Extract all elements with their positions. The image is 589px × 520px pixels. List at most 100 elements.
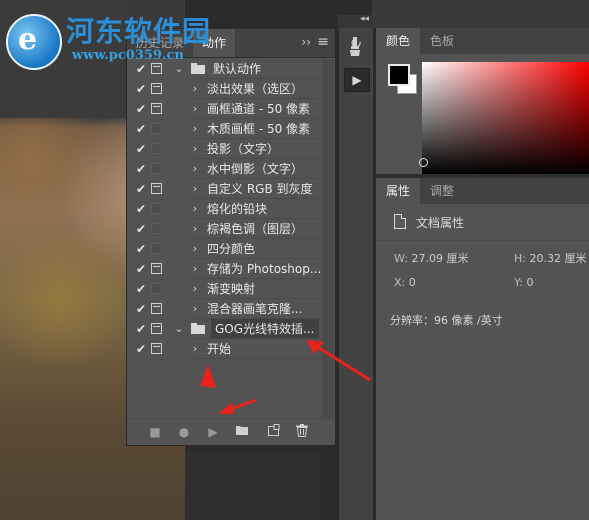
toggle-check-icon[interactable]: ✔ (133, 119, 149, 139)
chevron-right-icon[interactable]: › (189, 159, 201, 179)
history-brush-icon[interactable] (347, 36, 365, 58)
chevron-right-icon[interactable]: › (189, 179, 201, 199)
chevron-right-icon[interactable]: › (189, 219, 201, 239)
foreground-color-swatch[interactable] (388, 64, 410, 86)
chevron-right-icon[interactable]: › (189, 239, 201, 259)
chevron-right-icon[interactable]: › (189, 79, 201, 99)
y-label: Y: (514, 276, 523, 289)
action-label: 棕褐色调（图层） (207, 222, 304, 236)
dialog-toggle-icon[interactable] (151, 123, 162, 134)
dialog-toggle-icon[interactable] (151, 83, 162, 94)
document-icon (394, 214, 406, 229)
toggle-check-icon[interactable]: ✔ (133, 179, 149, 199)
red-arrow-annotation-2 (200, 364, 216, 388)
properties-panel: 文档属性 W: 27.09 厘米 H: 20.32 厘米 X: 0 Y: 0 分… (376, 204, 589, 520)
double-chevron-left-icon[interactable]: ◂◂ (360, 14, 369, 24)
action-label: 木质画框 - 50 像素 (207, 122, 311, 136)
red-arrow-annotation-1 (306, 340, 371, 382)
action-row[interactable]: ✔ › 淡出效果（选区） (127, 79, 335, 99)
toggle-check-icon[interactable]: ✔ (133, 99, 149, 119)
panel-menu-icon[interactable]: ≡ (317, 34, 329, 50)
action-row[interactable]: ✔ › 混合器画笔克隆... (127, 299, 335, 319)
y-value[interactable]: 0 (526, 276, 533, 289)
x-label: X: (394, 276, 406, 289)
dialog-toggle-icon[interactable] (151, 323, 162, 334)
toggle-check-icon[interactable]: ✔ (133, 279, 149, 299)
dialog-toggle-icon[interactable] (151, 223, 162, 234)
toggle-check-icon[interactable]: ✔ (133, 219, 149, 239)
color-picker-field[interactable] (422, 62, 589, 174)
height-property: H: 20.32 厘米 (514, 250, 586, 266)
new-action-icon[interactable] (265, 424, 281, 440)
play-icon[interactable]: ▶ (344, 68, 370, 92)
action-label: 开始 (207, 342, 232, 356)
tab-properties[interactable]: 属性 (376, 178, 421, 204)
new-set-folder-icon[interactable] (234, 424, 250, 440)
action-row[interactable]: ✔ › 熔化的铅块 (127, 199, 335, 219)
action-label: 默认动作 (213, 62, 262, 76)
record-icon[interactable]: ● (176, 424, 192, 440)
action-row[interactable]: ✔ › 棕褐色调（图层） (127, 219, 335, 239)
chevron-right-icon[interactable]: › (189, 119, 201, 139)
action-list: ✔ ⌄ 默认动作 ✔ › 淡出效果（选区） ✔ › 画框通道 - 50 像素 ✔ › 木质画框 - 5… (127, 59, 335, 359)
toggle-check-icon[interactable]: ✔ (133, 259, 149, 279)
action-label: 自定义 RGB 到灰度 (207, 182, 313, 196)
action-row[interactable]: ✔ › 存储为 Photoshop... (127, 259, 335, 279)
chevron-right-icon[interactable]: › (189, 259, 201, 279)
double-chevron-right-icon[interactable]: ›› (301, 35, 311, 49)
action-row[interactable]: ✔ › 投影（文字） (127, 139, 335, 159)
action-row[interactable]: ✔ › 自定义 RGB 到灰度 (127, 179, 335, 199)
toggle-check-icon[interactable]: ✔ (133, 139, 149, 159)
actions-panel-footer: ■ ● ▶ (127, 418, 335, 445)
dialog-toggle-icon[interactable] (151, 203, 162, 214)
action-label: 混合器画笔克隆... (207, 302, 303, 316)
toggle-check-icon[interactable]: ✔ (133, 339, 149, 359)
tab-adjustments[interactable]: 调整 (420, 178, 464, 204)
dialog-toggle-icon[interactable] (151, 163, 162, 174)
tab-swatches[interactable]: 色板 (420, 28, 464, 54)
toggle-check-icon[interactable]: ✔ (133, 79, 149, 99)
dialog-toggle-icon[interactable] (151, 283, 162, 294)
dialog-toggle-icon[interactable] (151, 103, 162, 114)
dialog-toggle-icon[interactable] (151, 303, 162, 314)
chevron-right-icon[interactable]: › (189, 299, 201, 319)
color-picker-cursor[interactable] (419, 158, 428, 167)
action-row[interactable]: ✔ › 渐变映射 (127, 279, 335, 299)
width-unit: 厘米 (446, 252, 469, 265)
color-panel-tabbar: 颜色 色板 (376, 28, 589, 54)
chevron-right-icon[interactable]: › (189, 139, 201, 159)
dialog-toggle-icon[interactable] (151, 183, 162, 194)
chevron-right-icon[interactable]: › (189, 99, 201, 119)
toggle-check-icon[interactable]: ✔ (133, 199, 149, 219)
action-label: 存储为 Photoshop... (207, 262, 322, 276)
height-value[interactable]: 20.32 (529, 252, 561, 265)
action-row[interactable]: ✔ › 画框通道 - 50 像素 (127, 99, 335, 119)
chevron-right-icon[interactable]: › (189, 339, 201, 359)
stop-icon[interactable]: ■ (147, 424, 163, 440)
action-row[interactable]: ✔ › 木质画框 - 50 像素 (127, 119, 335, 139)
chevron-right-icon[interactable]: › (189, 199, 201, 219)
dialog-toggle-icon[interactable] (151, 263, 162, 274)
x-property: X: 0 (394, 276, 416, 289)
dialog-toggle-icon[interactable] (151, 243, 162, 254)
tab-color[interactable]: 颜色 (376, 28, 421, 54)
chevron-right-icon[interactable]: › (189, 279, 201, 299)
action-label: 投影（文字） (207, 142, 280, 156)
action-row[interactable]: ✔ › 水中倒影（文字） (127, 159, 335, 179)
width-value[interactable]: 27.09 (411, 252, 443, 265)
chevron-down-icon[interactable]: ⌄ (173, 319, 185, 339)
toggle-check-icon[interactable]: ✔ (133, 319, 149, 339)
right-panel-header (372, 0, 589, 28)
dialog-toggle-icon[interactable] (151, 343, 162, 354)
action-row[interactable]: ✔ › 四分颜色 (127, 239, 335, 259)
play-icon[interactable]: ▶ (205, 424, 221, 440)
trash-icon[interactable] (294, 424, 310, 440)
toggle-check-icon[interactable]: ✔ (133, 299, 149, 319)
action-label: 画框通道 - 50 像素 (207, 102, 311, 116)
toggle-check-icon[interactable]: ✔ (133, 239, 149, 259)
watermark-url: www.pc0359.cn (72, 48, 184, 63)
toggle-check-icon[interactable]: ✔ (133, 159, 149, 179)
x-value[interactable]: 0 (409, 276, 416, 289)
dialog-toggle-icon[interactable] (151, 143, 162, 154)
red-arrow-annotation-3 (218, 398, 257, 414)
